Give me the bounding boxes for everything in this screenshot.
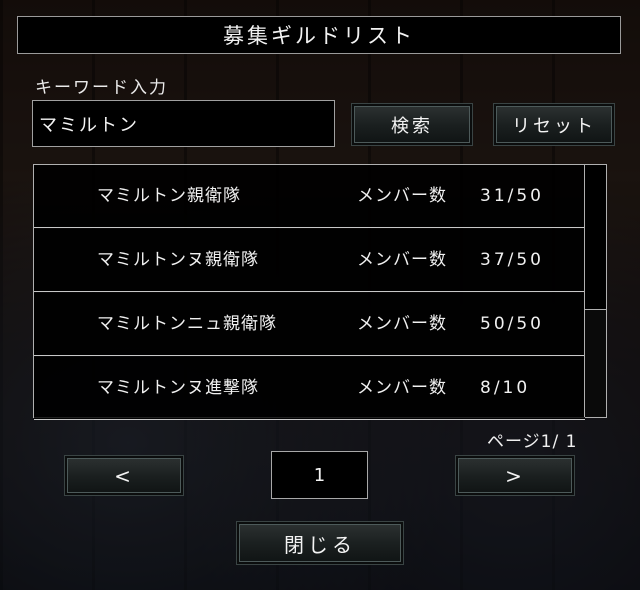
reset-button[interactable]: リセット	[494, 104, 614, 145]
guild-row[interactable]: マミルトンヌ進撃隊 メンバー数 8/10	[34, 357, 585, 420]
members-count: 31/50	[480, 186, 544, 206]
dialog-title: 募集ギルドリスト	[17, 16, 621, 54]
members-label: メンバー数	[357, 378, 447, 398]
guild-list-rows: マミルトン親衛隊 メンバー数 31/50 マミルトンヌ親衛隊 メンバー数 37/…	[34, 165, 585, 420]
guild-row[interactable]: マミルトンニュ親衛隊 メンバー数 50/50	[34, 293, 585, 356]
prev-page-button[interactable]: <	[65, 456, 183, 495]
keyword-input[interactable]	[32, 100, 335, 147]
members-count: 37/50	[480, 250, 544, 270]
page-indicator: ページ1/ 1	[487, 432, 578, 452]
members-label: メンバー数	[357, 250, 447, 270]
guild-name: マミルトンヌ親衛隊	[97, 250, 259, 270]
search-button[interactable]: 検索	[352, 104, 472, 145]
list-scrollbar[interactable]	[584, 165, 606, 417]
scrollbar-thumb[interactable]	[585, 165, 606, 310]
close-button[interactable]: 閉じる	[237, 522, 403, 564]
keyword-label: キーワード入力	[35, 78, 168, 98]
members-label: メンバー数	[357, 314, 447, 334]
page-number-field: 1	[271, 451, 368, 499]
guild-name: マミルトン親衛隊	[97, 186, 241, 206]
guild-name: マミルトンヌ進撃隊	[97, 378, 259, 398]
members-count: 8/10	[480, 378, 531, 398]
guild-list: マミルトン親衛隊 メンバー数 31/50 マミルトンヌ親衛隊 メンバー数 37/…	[33, 164, 607, 420]
guild-row[interactable]: マミルトン親衛隊 メンバー数 31/50	[34, 165, 585, 228]
members-label: メンバー数	[357, 186, 447, 206]
guild-name: マミルトンニュ親衛隊	[97, 314, 277, 334]
guild-row[interactable]: マミルトンヌ親衛隊 メンバー数 37/50	[34, 229, 585, 292]
next-page-button[interactable]: >	[456, 456, 574, 495]
members-count: 50/50	[480, 314, 544, 334]
